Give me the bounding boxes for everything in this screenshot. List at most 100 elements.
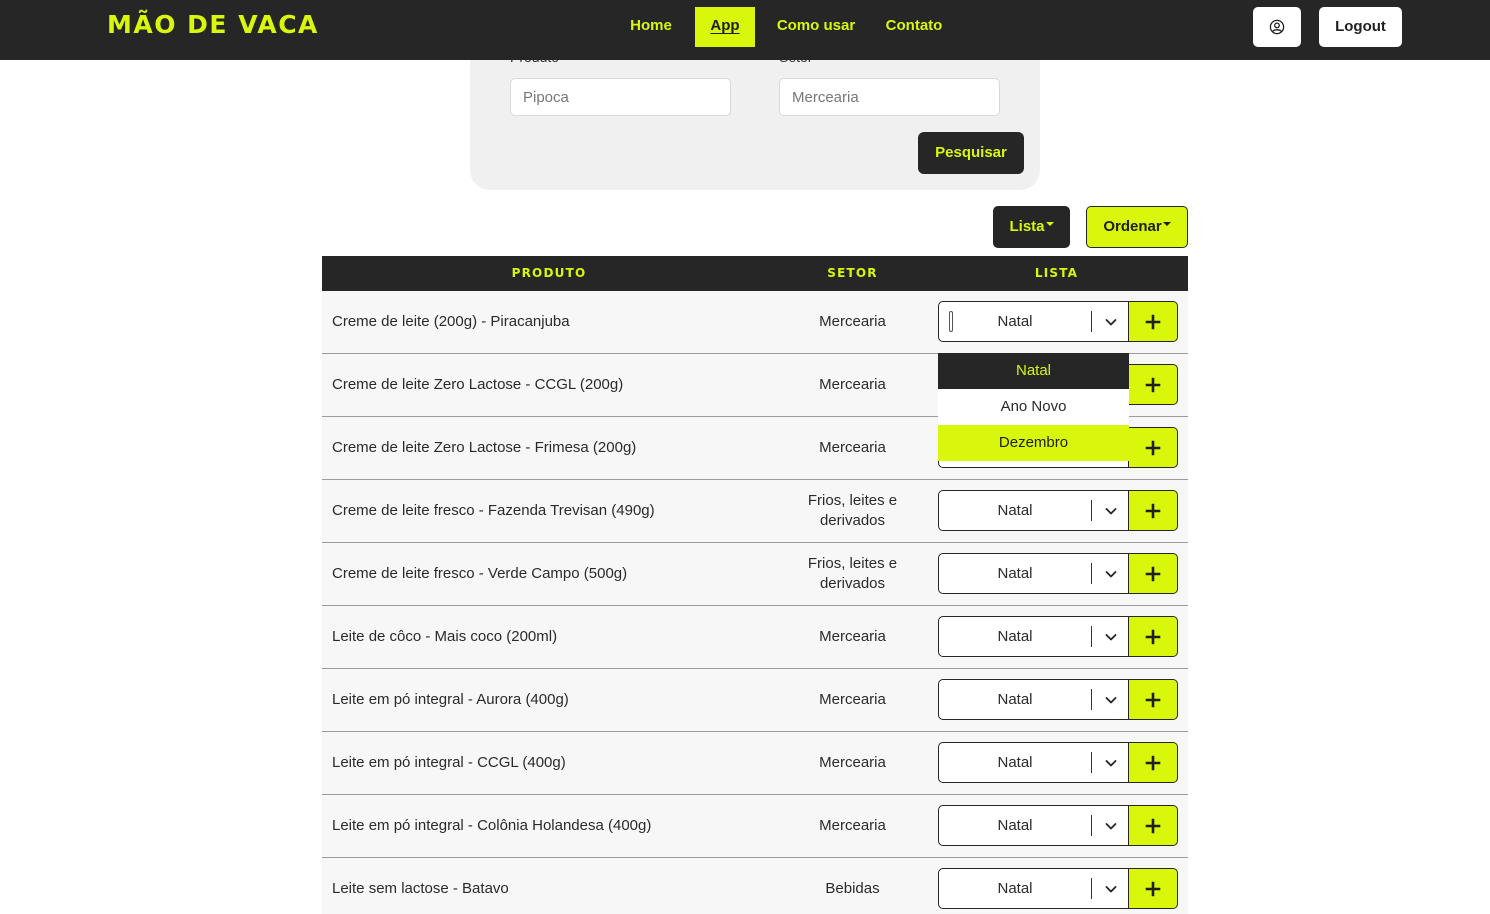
product-setor: Mercearia [819,439,886,456]
caret-down-icon [1045,222,1054,227]
product-setor: Frios, leites e derivados [807,492,898,529]
lista-select-value: Natal [997,817,1033,834]
add-to-list-button[interactable] [1128,364,1178,405]
dropdown-option[interactable]: Dezembro [938,425,1129,461]
ordenar-dropdown-button[interactable]: Ordenar [1086,206,1188,248]
product-name: Creme de leite Zero Lactose - Frimesa (2… [332,439,637,456]
product-setor: Mercearia [819,817,886,834]
plus-icon [1145,755,1161,770]
product-name: Leite em pó integral - Aurora (400g) [332,691,569,708]
lista-select-value: Natal [997,691,1033,708]
lista-dropdown-button[interactable]: Lista [993,206,1070,248]
nav-link-contato[interactable]: Contato [878,7,950,47]
add-to-list-button[interactable] [1128,868,1178,909]
dropdown-option[interactable]: Natal [938,353,1129,389]
lista-select[interactable]: Natal [938,679,1130,720]
setor-input[interactable] [779,78,1000,116]
dropdown-option[interactable]: Ano Novo [938,389,1129,425]
product-name: Leite sem lactose - Batavo [332,880,509,897]
nav-link-home[interactable]: Home [622,7,680,47]
product-setor: Bebidas [825,880,880,897]
product-setor: Mercearia [819,376,886,393]
table-row: Creme de leite (200g) - Piracanjuba Merce… [322,291,1188,354]
lista-select-dropdown: Natal Ano Novo Dezembro [938,353,1129,461]
product-name: Creme de leite (200g) - Piracanjuba [332,313,570,330]
product-setor: Mercearia [819,691,886,708]
lista-select-value: Natal [997,880,1033,897]
table-row: Creme de leite fresco - Fazenda Trevisan… [322,480,1188,543]
lista-select-value: Natal [997,754,1033,771]
brand-logo[interactable]: MÃO DE VACA [107,10,319,39]
lista-select-value: Natal [997,565,1033,582]
lista-select-value: Natal [997,502,1033,519]
chevron-down-icon [1105,760,1117,767]
table-row: Leite em pó integral - Colônia Holandesa… [322,795,1188,858]
navbar: MÃO DE VACA Home App Como usar Contato L… [0,0,1490,60]
chevron-down-icon [1105,697,1117,704]
plus-icon [1145,692,1161,707]
lista-select[interactable]: Natal [938,616,1130,657]
pesquisar-button[interactable]: Pesquisar [918,132,1024,174]
product-name: Creme de leite fresco - Verde Campo (500… [332,565,628,582]
select-divider [1091,752,1092,773]
product-setor: Mercearia [819,754,886,771]
chevron-down-icon [1105,571,1117,578]
produto-input[interactable] [510,78,731,116]
plus-icon [1145,314,1161,329]
add-to-list-button[interactable] [1128,805,1178,846]
lista-select[interactable]: Natal [938,301,1130,342]
chevron-down-icon [1105,634,1117,641]
plus-icon [1145,818,1161,833]
select-divider [1091,689,1092,710]
lista-select[interactable]: Natal [938,805,1130,846]
logout-button[interactable]: Logout [1319,7,1402,47]
chevron-down-icon [1105,886,1117,893]
nav-link-app-label: App [710,17,740,34]
table-row: Leite em pó integral - CCGL (400g) Mercea… [322,732,1188,795]
lista-button-label: Lista [1009,218,1045,235]
lista-select[interactable]: Natal [938,868,1130,909]
product-name: Creme de leite fresco - Fazenda Trevisan… [332,502,655,519]
plus-icon [1145,440,1161,455]
select-divider [1091,500,1092,521]
product-setor: Mercearia [819,313,886,330]
product-setor: Frios, leites e derivados [807,555,898,592]
nav-link-app[interactable]: App [695,7,755,47]
add-to-list-button[interactable] [1128,427,1178,468]
add-to-list-button[interactable] [1128,616,1178,657]
column-header-lista: LISTA [1034,266,1079,280]
plus-icon [1145,881,1161,896]
add-to-list-button[interactable] [1128,742,1178,783]
search-form: Produto Setor Pesquisar [470,40,1040,190]
table-row: Leite de côco - Mais coco (200ml) Mercear… [322,606,1188,669]
select-divider [1091,563,1092,584]
chevron-down-icon [1105,823,1117,830]
lista-select[interactable]: Natal [938,490,1130,531]
product-name: Leite de côco - Mais coco (200ml) [332,628,558,645]
plus-icon [1145,377,1161,392]
product-name: Leite em pó integral - CCGL (400g) [332,754,566,771]
user-profile-button[interactable] [1253,7,1301,47]
table-row: Leite sem lactose - Batavo Bebidas Natal [322,858,1188,914]
lista-select[interactable]: Natal [938,742,1130,783]
column-header-setor: SETOR [827,266,878,280]
table-row: Leite em pó integral - Aurora (400g) Merc… [322,669,1188,732]
chevron-down-icon [1105,319,1117,326]
lista-select-value: Natal [997,628,1033,645]
add-to-list-button[interactable] [1128,679,1178,720]
plus-icon [1145,629,1161,644]
add-to-list-button[interactable] [1128,490,1178,531]
product-name: Creme de leite Zero Lactose - CCGL (200g… [332,376,624,393]
nav-link-como-usar[interactable]: Como usar [770,7,862,47]
add-to-list-button[interactable] [1128,301,1178,342]
plus-icon [1145,503,1161,518]
select-divider [1091,626,1092,647]
table-row: Creme de leite fresco - Verde Campo (500… [322,543,1188,606]
add-to-list-button[interactable] [1128,553,1178,594]
product-setor: Mercearia [819,628,886,645]
select-divider [1091,815,1092,836]
lista-select[interactable]: Natal [938,553,1130,594]
column-header-produto: PRODUTO [511,266,587,280]
select-divider [1091,311,1092,332]
user-circle-icon [1269,19,1285,35]
